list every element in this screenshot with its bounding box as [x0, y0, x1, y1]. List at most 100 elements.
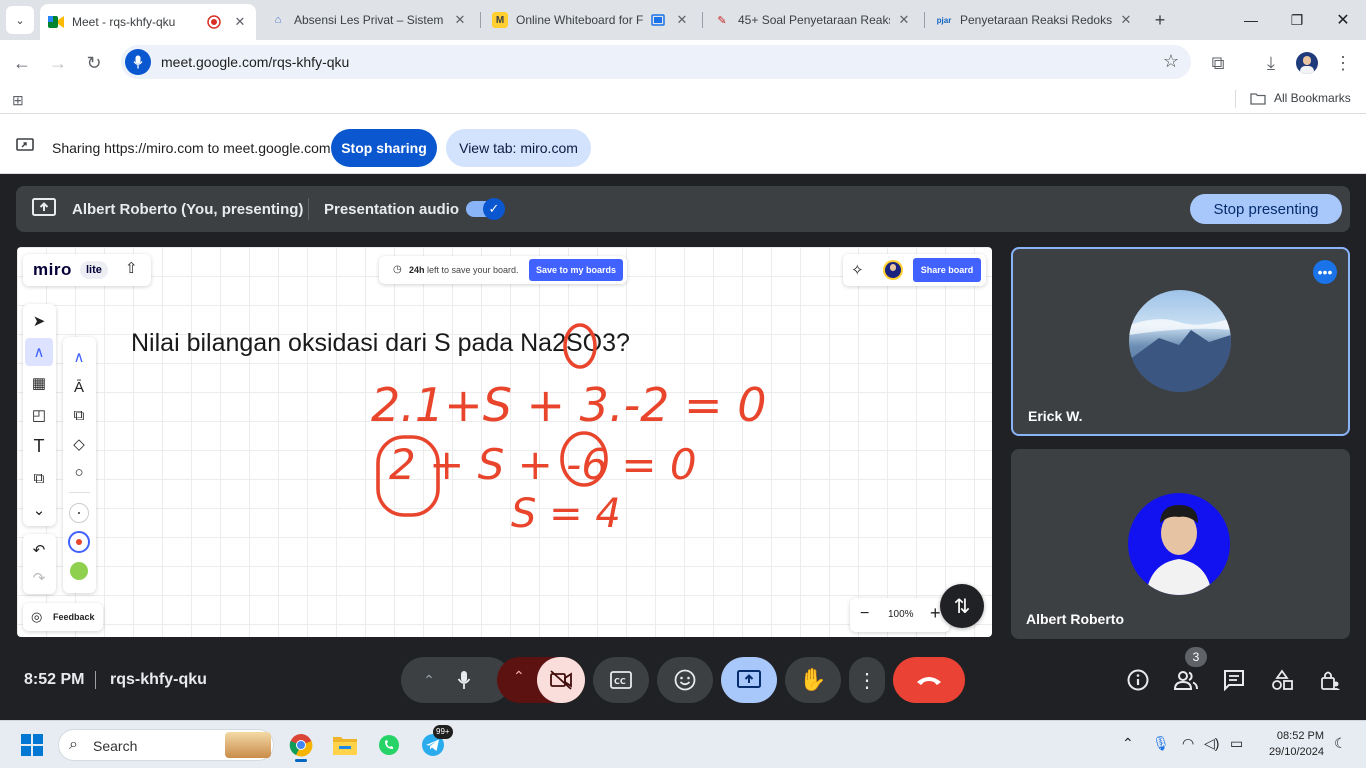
captions-button[interactable]: CC	[593, 657, 649, 703]
taskbar-file-explorer[interactable]	[329, 729, 361, 761]
presentation-audio-toggle[interactable]: ✓	[466, 198, 505, 220]
sharing-message: Sharing https://miro.com to meet.google.…	[52, 140, 331, 156]
info-icon	[1127, 669, 1149, 691]
shared-screen-miro[interactable]: miro lite ⇧ ◷ 24h left to save your boar…	[17, 247, 992, 637]
lock-person-icon	[1321, 671, 1340, 690]
activities-button[interactable]	[1268, 666, 1296, 694]
back-button[interactable]: ←	[6, 47, 38, 79]
people-icon	[1174, 671, 1198, 690]
active-indicator	[295, 759, 307, 762]
separator	[1235, 90, 1236, 108]
tab-search-button[interactable]: ⌄	[6, 6, 34, 34]
close-window-button[interactable]: ✕	[1320, 0, 1366, 40]
menu-button[interactable]: ⋮	[1327, 47, 1359, 79]
handwriting-line-2: 2 + S + -6 = 0	[389, 440, 697, 489]
emoji-icon	[674, 669, 696, 691]
avatar	[1128, 493, 1230, 595]
participant-tile-albert[interactable]: Albert Roberto	[1011, 449, 1350, 639]
microphone-icon[interactable]: 🎙	[1152, 735, 1170, 752]
tab-soal[interactable]: ✎ 45+ Soal Penyetaraan Reaks ✕	[706, 6, 920, 34]
leave-call-button[interactable]	[893, 657, 965, 703]
shapes-icon	[1272, 669, 1293, 690]
reload-button[interactable]: ↻	[78, 47, 110, 79]
view-tab-button[interactable]: View tab: miro.com	[446, 129, 591, 167]
clock-date[interactable]: 29/10/2024	[1258, 746, 1324, 758]
stop-sharing-button[interactable]: Stop sharing	[331, 129, 437, 167]
tab-separator	[702, 12, 703, 28]
present-button[interactable]	[721, 657, 777, 703]
close-icon[interactable]: ✕	[1118, 12, 1134, 28]
clock-time[interactable]: 08:52 PM	[1266, 730, 1324, 742]
raise-hand-button[interactable]: ✋	[785, 657, 841, 703]
forward-button[interactable]: →	[42, 47, 74, 79]
tab-title: Online Whiteboard for F	[516, 13, 644, 27]
search-highlight-image	[225, 732, 271, 758]
meeting-details-button[interactable]	[1124, 666, 1152, 694]
participant-tile-erick[interactable]: ••• Erick W.	[1011, 247, 1350, 436]
tab-title: 45+ Soal Penyetaraan Reaks	[738, 13, 890, 27]
apps-grid-icon[interactable]: ⊞	[12, 92, 24, 109]
chevron-up-icon[interactable]: ⌃	[1122, 735, 1134, 752]
close-icon[interactable]: ✕	[674, 12, 690, 28]
present-icon	[32, 198, 56, 223]
handwriting-line-1: 2.1+S + 3.-2 = 0	[371, 378, 767, 432]
all-bookmarks-button[interactable]: All Bookmarks	[1250, 91, 1351, 105]
close-icon[interactable]: ✕	[452, 12, 468, 28]
puzzle-icon: ⧉	[1211, 52, 1225, 73]
reactions-button[interactable]	[657, 657, 713, 703]
bookmarks-bar: ⊞ All Bookmarks	[0, 86, 1366, 114]
presenting-bar: Albert Roberto (You, presenting) Present…	[16, 186, 1350, 232]
more-options-button[interactable]: ⋮	[849, 657, 885, 703]
handwriting-ink: 2.1+S + 3.-2 = 0 2 + S + -6 = 0 S = 4	[371, 323, 767, 537]
people-button[interactable]	[1172, 666, 1200, 694]
taskbar-whatsapp[interactable]	[373, 729, 405, 761]
screen-share-icon	[16, 138, 34, 157]
profile-button[interactable]	[1291, 47, 1323, 79]
close-icon[interactable]: ✕	[232, 14, 248, 30]
plus-icon: +	[1154, 9, 1166, 30]
microphone-button[interactable]	[440, 657, 488, 703]
tab-penyetaraan[interactable]: pjar Penyetaraan Reaksi Redoks I ✕	[928, 6, 1142, 34]
chevron-down-icon: ⌄	[15, 14, 25, 27]
restore-icon: ❐	[1290, 11, 1304, 28]
site-icon: ✎	[717, 14, 727, 27]
tab-title: Meet - rqs-khfy-qku	[72, 15, 176, 29]
presentation-audio-label: Presentation audio	[324, 201, 460, 218]
close-icon[interactable]: ✕	[896, 12, 912, 28]
taskbar-chrome[interactable]	[285, 729, 317, 762]
microphone-icon[interactable]	[125, 49, 151, 75]
chevron-up-icon: ⌃	[423, 671, 435, 688]
windows-taskbar: ⌕ Search 99+ ⌃ 🎙 ◠ ◁) ▭ 08:52 PM 29/10/2…	[0, 720, 1366, 768]
more-options-button[interactable]: •••	[1313, 260, 1337, 284]
chat-button[interactable]	[1220, 666, 1248, 694]
taskbar-search[interactable]: ⌕ Search	[58, 729, 274, 761]
chevron-up-icon: ⌃	[513, 668, 525, 684]
start-button[interactable]	[16, 729, 48, 761]
folder-icon	[333, 737, 357, 755]
battery-icon[interactable]: ▭	[1230, 735, 1243, 752]
microphone-icon	[457, 671, 471, 689]
participant-name: Erick W.	[1028, 408, 1083, 424]
address-bar[interactable]: meet.google.com/rqs-khfy-qku ☆	[121, 45, 1191, 79]
tab-meet[interactable]: Meet - rqs-khfy-qku ✕	[40, 4, 256, 40]
notifications-icon[interactable]: ☾	[1334, 735, 1347, 752]
downloads-button[interactable]: ⤓	[1255, 47, 1287, 79]
host-controls-button[interactable]	[1316, 666, 1344, 694]
check-icon: ✓	[483, 198, 505, 220]
tab-absensi[interactable]: ⌂ Absensi Les Privat – Sistem F ✕	[262, 6, 476, 34]
tab-separator	[480, 12, 481, 28]
new-tab-button[interactable]: +	[1138, 0, 1182, 40]
star-icon[interactable]: ☆	[1163, 51, 1179, 72]
camera-off-button[interactable]	[537, 657, 585, 703]
stop-presenting-button[interactable]: Stop presenting	[1190, 194, 1342, 224]
minimize-button[interactable]: —	[1228, 0, 1274, 40]
wifi-icon[interactable]: ◠	[1182, 735, 1194, 752]
tab-whiteboard[interactable]: M Online Whiteboard for F ✕	[484, 6, 698, 34]
restore-button[interactable]: ❐	[1274, 0, 1320, 40]
participant-name: Albert Roberto	[1026, 611, 1124, 627]
svg-text:CC: CC	[614, 677, 626, 686]
volume-icon[interactable]: ◁)	[1204, 735, 1219, 752]
extensions-button[interactable]: ⧉	[1202, 47, 1234, 79]
taskbar-telegram[interactable]: 99+	[417, 725, 453, 761]
google-meet-icon	[48, 14, 64, 30]
